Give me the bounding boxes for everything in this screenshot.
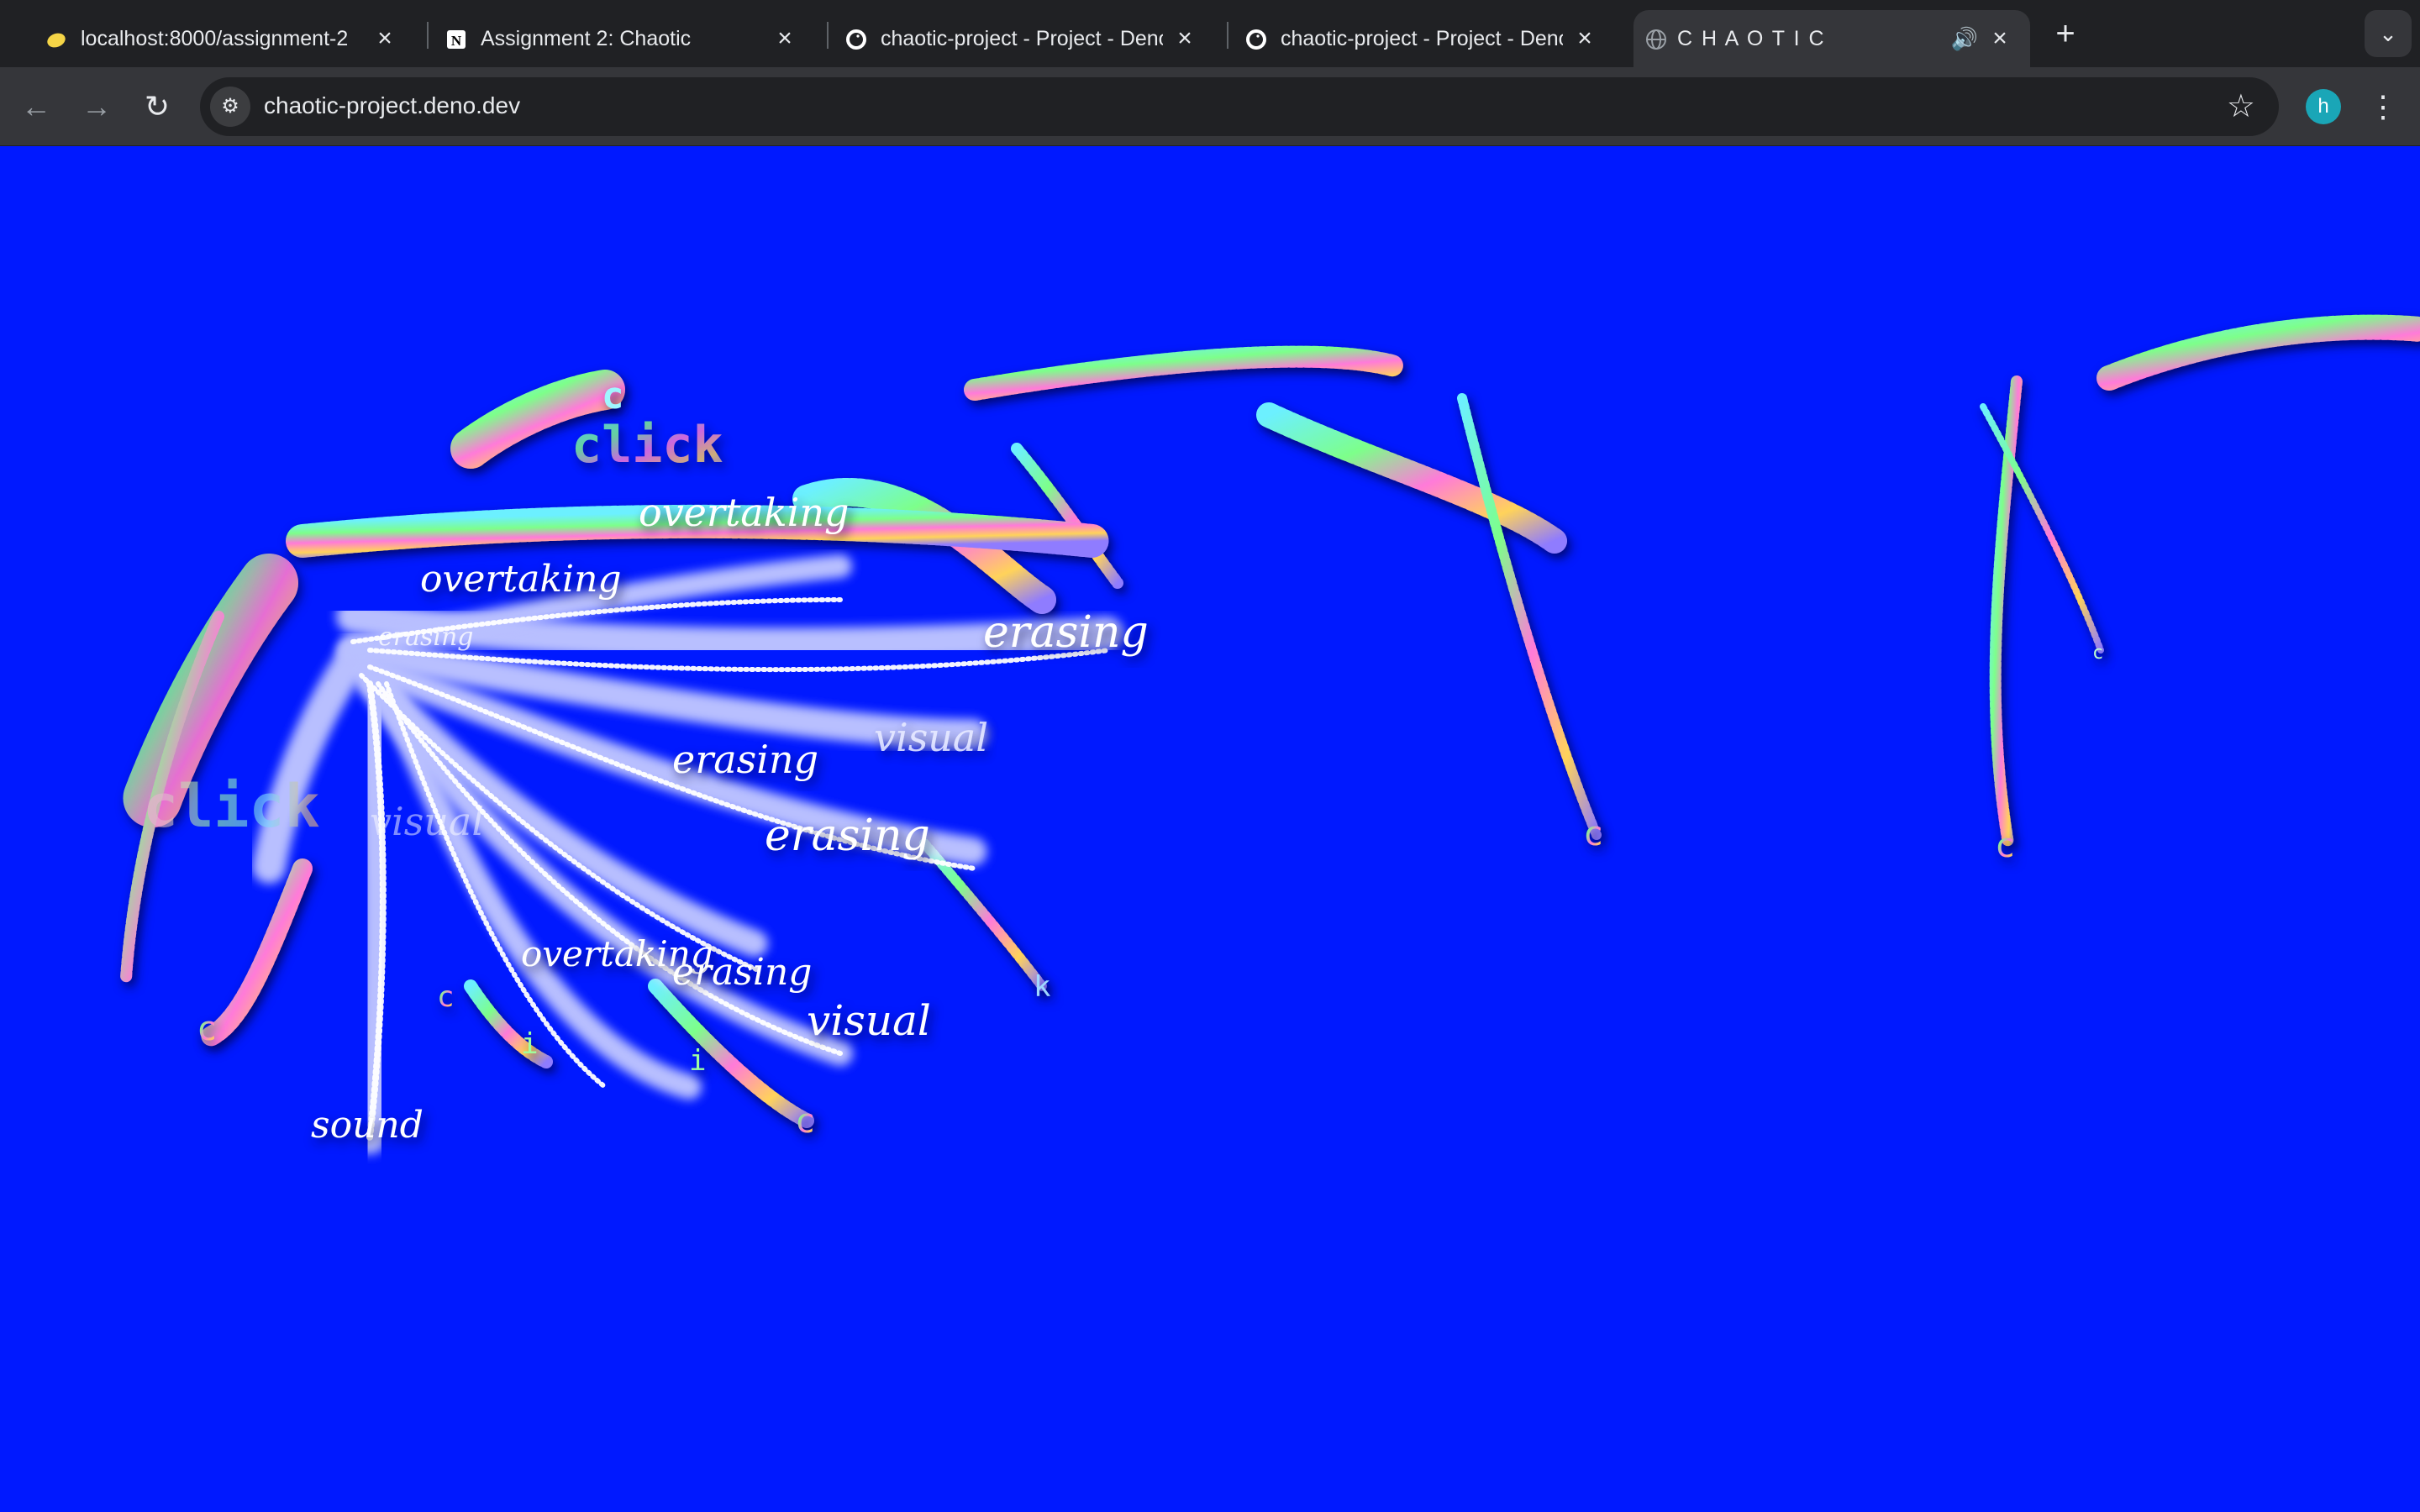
floating-glyph: c bbox=[602, 375, 624, 417]
floating-word: erasing bbox=[983, 607, 1149, 658]
url-text[interactable]: chaotic-project.deno.dev bbox=[264, 92, 520, 119]
ribbon-trail bbox=[1256, 402, 1567, 554]
tab-title: Assignment 2: Chaotic bbox=[481, 26, 692, 50]
floating-word: overtaking bbox=[420, 558, 622, 601]
tab-divider bbox=[827, 22, 829, 49]
close-tab-icon[interactable]: × bbox=[1571, 25, 1598, 52]
floating-word: visual bbox=[874, 715, 988, 760]
ribbon-trail bbox=[1011, 443, 1123, 589]
tab-title: C H A O T I C bbox=[1677, 26, 1826, 50]
reload-icon[interactable]: ↻ bbox=[136, 86, 178, 128]
tab-chaotic[interactable]: C H A O T I C 🔊 × bbox=[1634, 10, 2030, 67]
browser-menu-icon[interactable]: ⋮ bbox=[2368, 86, 2398, 128]
browser-toolbar: ← → ↻ ⚙ chaotic-project.deno.dev ☆ h ⋮ bbox=[0, 67, 2420, 146]
back-arrow-icon[interactable]: ← bbox=[15, 86, 57, 128]
tab-localhost[interactable]: localhost:8000/assignment-2 × bbox=[37, 10, 415, 67]
profile-avatar[interactable]: h bbox=[2306, 89, 2341, 124]
close-tab-icon[interactable]: × bbox=[371, 25, 398, 52]
close-tab-icon[interactable]: × bbox=[1986, 25, 2013, 52]
deno-icon bbox=[1246, 29, 1266, 50]
close-tab-icon[interactable]: × bbox=[1171, 25, 1198, 52]
tab-divider bbox=[427, 22, 429, 49]
tab-strip: localhost:8000/assignment-2 × N Assignme… bbox=[0, 0, 2420, 67]
ribbon-trail bbox=[1457, 393, 1602, 840]
floating-word: visual bbox=[807, 996, 931, 1045]
floating-glyph: c bbox=[2092, 643, 2103, 664]
notion-icon: N bbox=[447, 30, 466, 49]
tab-search-button[interactable]: ⌄ bbox=[2365, 10, 2412, 57]
floating-word: sound bbox=[311, 1104, 424, 1147]
chaotic-canvas[interactable]: click overtaking overtaking overtaking e… bbox=[0, 146, 2420, 1512]
ribbon-trail bbox=[200, 858, 313, 1047]
ribbon-trail bbox=[2096, 314, 2420, 391]
tab-title: chaotic-project - Project - Deno Deploy bbox=[1281, 26, 1563, 50]
address-bar[interactable]: ⚙ chaotic-project.deno.dev ☆ bbox=[200, 77, 2279, 136]
tab-deno-1[interactable]: chaotic-project - Project - Deno Deploy … bbox=[837, 10, 1215, 67]
forward-arrow-icon[interactable]: → bbox=[76, 86, 118, 128]
floating-glyph: k bbox=[1034, 970, 1050, 1004]
rainbow-ribbons bbox=[120, 314, 2420, 1128]
tab-title: localhost:8000/assignment-2 bbox=[81, 26, 349, 50]
speaker-icon[interactable]: 🔊 bbox=[1951, 26, 1978, 52]
floating-word: erasing bbox=[672, 951, 812, 994]
floating-glyph: i bbox=[521, 1027, 538, 1061]
chaotic-canvas-svg: click overtaking overtaking overtaking e… bbox=[120, 314, 2420, 1154]
site-info-icon[interactable]: ⚙ bbox=[210, 87, 250, 127]
deno-icon bbox=[846, 29, 866, 50]
floating-word: erasing bbox=[672, 737, 818, 782]
bookmark-star-icon[interactable]: ☆ bbox=[2227, 87, 2255, 126]
floating-glyph: c bbox=[437, 980, 454, 1014]
tab-deno-2[interactable]: chaotic-project - Project - Deno Deploy … bbox=[1237, 10, 1615, 67]
floating-glyph: c bbox=[1583, 815, 1603, 853]
floating-word: click bbox=[571, 416, 723, 475]
floating-glyph: c bbox=[1995, 827, 2015, 865]
floating-word: overtaking bbox=[639, 490, 849, 535]
globe-icon bbox=[1646, 29, 1666, 50]
new-tab-button[interactable]: + bbox=[2042, 15, 2089, 52]
floating-word: erasing bbox=[378, 622, 474, 652]
tab-assignment[interactable]: N Assignment 2: Chaotic × bbox=[437, 10, 815, 67]
svg-text:N: N bbox=[451, 33, 462, 49]
floating-glyph: c bbox=[795, 1102, 815, 1141]
close-tab-icon[interactable]: × bbox=[771, 25, 798, 52]
tab-divider bbox=[1227, 22, 1228, 49]
floating-glyph: c bbox=[197, 1010, 217, 1048]
tab-title: chaotic-project - Project - Deno Deploy bbox=[881, 26, 1163, 50]
floating-glyphs: c c c c c c c k i i bbox=[197, 375, 2103, 1141]
floating-word: visual bbox=[370, 799, 484, 844]
floating-word: click bbox=[143, 772, 320, 841]
lemon-icon bbox=[47, 33, 66, 48]
floating-glyph: i bbox=[689, 1044, 706, 1078]
floating-word: erasing bbox=[765, 811, 930, 861]
ribbon-trail bbox=[964, 345, 1406, 401]
